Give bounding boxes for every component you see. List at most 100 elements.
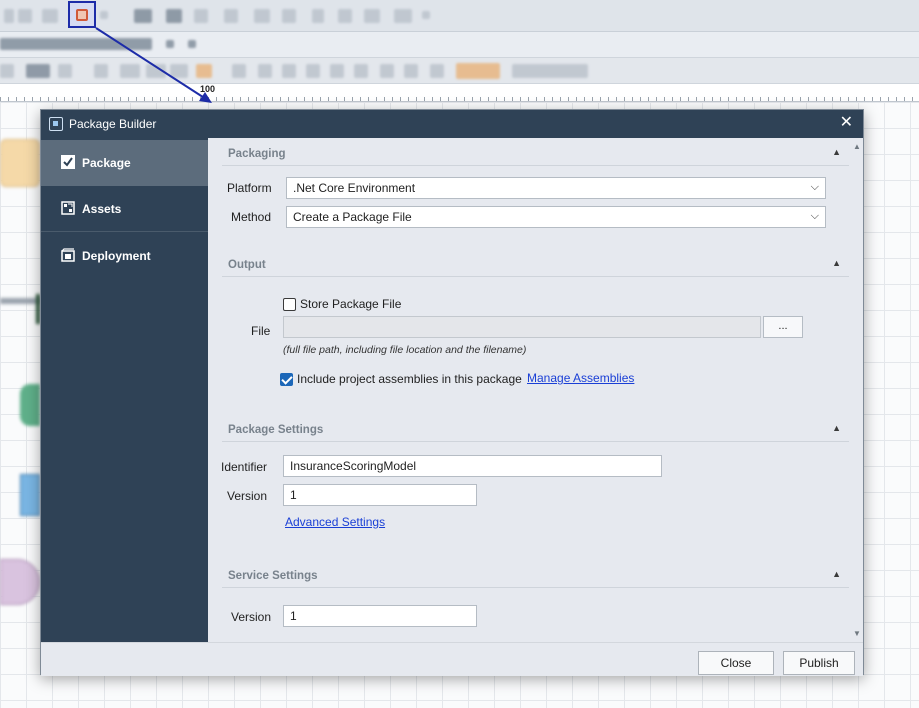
store-package-file-label[interactable]: Store Package File bbox=[300, 297, 401, 311]
package-builder-app-icon bbox=[49, 117, 63, 131]
diagram-node-blurred[interactable] bbox=[0, 139, 40, 187]
section-title: Package Settings bbox=[228, 424, 324, 436]
ruler-mark: 100 bbox=[200, 84, 216, 94]
toolbar-button-blurred[interactable] bbox=[4, 9, 14, 23]
service-version-field[interactable]: 1 bbox=[283, 605, 477, 627]
advanced-settings-link[interactable]: Advanced Settings bbox=[285, 515, 385, 529]
toolbar-button-blurred[interactable] bbox=[232, 64, 246, 78]
file-path-field[interactable] bbox=[283, 316, 761, 338]
toolbar-dropdown-blurred[interactable] bbox=[512, 64, 588, 78]
sidebar-item-assets[interactable]: Assets bbox=[41, 186, 208, 232]
identifier-field[interactable]: InsuranceScoringModel bbox=[283, 455, 662, 477]
toolbar-button-blurred[interactable] bbox=[380, 64, 394, 78]
dialog-title: Package Builder bbox=[69, 117, 157, 131]
close-button[interactable]: Close bbox=[698, 651, 774, 675]
scroll-up-icon[interactable]: ▲ bbox=[853, 142, 861, 151]
dialog-titlebar[interactable]: Package Builder ✕ bbox=[41, 110, 863, 138]
store-package-file-checkbox[interactable] bbox=[283, 298, 296, 311]
file-label: File bbox=[251, 324, 271, 338]
collapse-caret-icon[interactable]: ▲ bbox=[832, 147, 841, 157]
toolbar-button-blurred[interactable] bbox=[394, 9, 412, 23]
version-label: Version bbox=[227, 489, 268, 503]
toolbar-button-blurred[interactable] bbox=[194, 9, 208, 23]
method-label: Method bbox=[231, 210, 272, 224]
file-path-hint: (full file path, including file location… bbox=[283, 344, 527, 356]
toolbar-button-blurred[interactable] bbox=[224, 9, 238, 23]
diagram-node-blurred[interactable] bbox=[0, 559, 40, 605]
toolbar-button-blurred[interactable] bbox=[58, 64, 72, 78]
platform-select[interactable]: .Net Core Environment ⌵ bbox=[286, 177, 826, 199]
document-tab-blurred[interactable] bbox=[0, 38, 152, 50]
toolbar-button-blurred[interactable] bbox=[330, 64, 344, 78]
include-assemblies-checkbox[interactable] bbox=[280, 373, 293, 386]
toolbar-dropdown-blurred[interactable] bbox=[422, 11, 430, 19]
dialog-footer: Close Publish bbox=[41, 642, 863, 676]
platform-label: Platform bbox=[227, 181, 272, 195]
sidebar-item-label: Deployment bbox=[82, 249, 151, 263]
background-main-toolbar bbox=[0, 0, 919, 32]
toolbar-button-blurred[interactable] bbox=[364, 9, 380, 23]
toolbar-button-blurred[interactable] bbox=[166, 9, 182, 23]
platform-select-value: .Net Core Environment bbox=[293, 181, 416, 195]
background-ruler: 100 bbox=[0, 84, 919, 102]
manage-assemblies-link[interactable]: Manage Assemblies bbox=[527, 371, 634, 385]
dialog-close-icon[interactable]: ✕ bbox=[840, 114, 853, 132]
section-title: Service Settings bbox=[228, 570, 318, 582]
sidebar-divider bbox=[41, 231, 208, 232]
section-header-service-settings[interactable]: Service Settings ▲ bbox=[222, 562, 849, 588]
section-title: Packaging bbox=[228, 148, 286, 160]
package-settings-panel: ▲ ▼ Packaging ▲ Platform .Net Core Envir… bbox=[208, 138, 863, 642]
background-format-toolbar bbox=[0, 58, 919, 84]
method-select-value: Create a Package File bbox=[293, 210, 412, 224]
checkbox-icon bbox=[61, 155, 75, 169]
toolbar-button-blurred[interactable] bbox=[456, 63, 500, 79]
toolbar-button-blurred[interactable] bbox=[306, 64, 320, 78]
package-builder-dialog: Package Builder ✕ Package Assets Deploym… bbox=[40, 109, 864, 676]
toolbar-button-blurred[interactable] bbox=[282, 64, 296, 78]
browse-file-button[interactable]: ... bbox=[763, 316, 803, 338]
sidebar: Package Assets Deployment bbox=[41, 138, 208, 642]
section-title: Output bbox=[228, 259, 266, 271]
diagram-node-blurred[interactable] bbox=[20, 474, 40, 516]
toolbar-button-blurred[interactable] bbox=[120, 64, 140, 78]
toolbar-button-blurred[interactable] bbox=[354, 64, 368, 78]
sidebar-item-label: Assets bbox=[82, 202, 122, 216]
scroll-down-icon[interactable]: ▼ bbox=[853, 629, 861, 638]
toolbar-button-blurred[interactable] bbox=[0, 64, 14, 78]
toolbar-button-blurred[interactable] bbox=[94, 64, 108, 78]
package-builder-toolbar-button[interactable] bbox=[68, 1, 96, 28]
collapse-caret-icon[interactable]: ▲ bbox=[832, 569, 841, 579]
toolbar-button-blurred[interactable] bbox=[338, 9, 352, 23]
sidebar-item-deployment[interactable]: Deployment bbox=[41, 233, 208, 279]
diagram-node-blurred[interactable] bbox=[20, 384, 40, 426]
toolbar-button-blurred[interactable] bbox=[42, 9, 58, 23]
toolbar-button-blurred[interactable] bbox=[254, 9, 270, 23]
toolbar-button-blurred[interactable] bbox=[146, 64, 166, 78]
collapse-caret-icon[interactable]: ▲ bbox=[832, 423, 841, 433]
toolbar-button-blurred[interactable] bbox=[26, 64, 50, 78]
toolbar-button-blurred[interactable] bbox=[18, 9, 32, 23]
toolbar-button-blurred[interactable] bbox=[196, 64, 212, 78]
identifier-label: Identifier bbox=[221, 460, 268, 474]
toolbar-dropdown-blurred[interactable] bbox=[100, 11, 108, 19]
chevron-down-icon: ⌵ bbox=[810, 210, 819, 222]
collapse-caret-icon[interactable]: ▲ bbox=[832, 258, 841, 268]
toolbar-button-blurred[interactable] bbox=[170, 64, 188, 78]
section-header-packaging[interactable]: Packaging ▲ bbox=[222, 140, 849, 166]
section-header-output[interactable]: Output ▲ bbox=[222, 251, 849, 277]
section-header-package-settings[interactable]: Package Settings ▲ bbox=[222, 416, 849, 442]
method-select[interactable]: Create a Package File ⌵ bbox=[286, 206, 826, 228]
toolbar-button-blurred[interactable] bbox=[282, 9, 296, 23]
sidebar-item-package[interactable]: Package bbox=[41, 140, 208, 186]
toolbar-button-blurred[interactable] bbox=[134, 9, 152, 23]
include-assemblies-label[interactable]: Include project assemblies in this packa… bbox=[297, 372, 522, 386]
version-field[interactable]: 1 bbox=[283, 484, 477, 506]
content-scrollbar[interactable]: ▲ ▼ bbox=[851, 138, 863, 642]
toolbar-button-blurred[interactable] bbox=[430, 64, 444, 78]
tab-close-icon[interactable] bbox=[188, 40, 196, 48]
toolbar-button-blurred[interactable] bbox=[312, 9, 324, 23]
toolbar-button-blurred[interactable] bbox=[258, 64, 272, 78]
toolbar-button-blurred[interactable] bbox=[404, 64, 418, 78]
tab-pin-icon[interactable] bbox=[166, 40, 174, 48]
publish-button[interactable]: Publish bbox=[783, 651, 855, 675]
